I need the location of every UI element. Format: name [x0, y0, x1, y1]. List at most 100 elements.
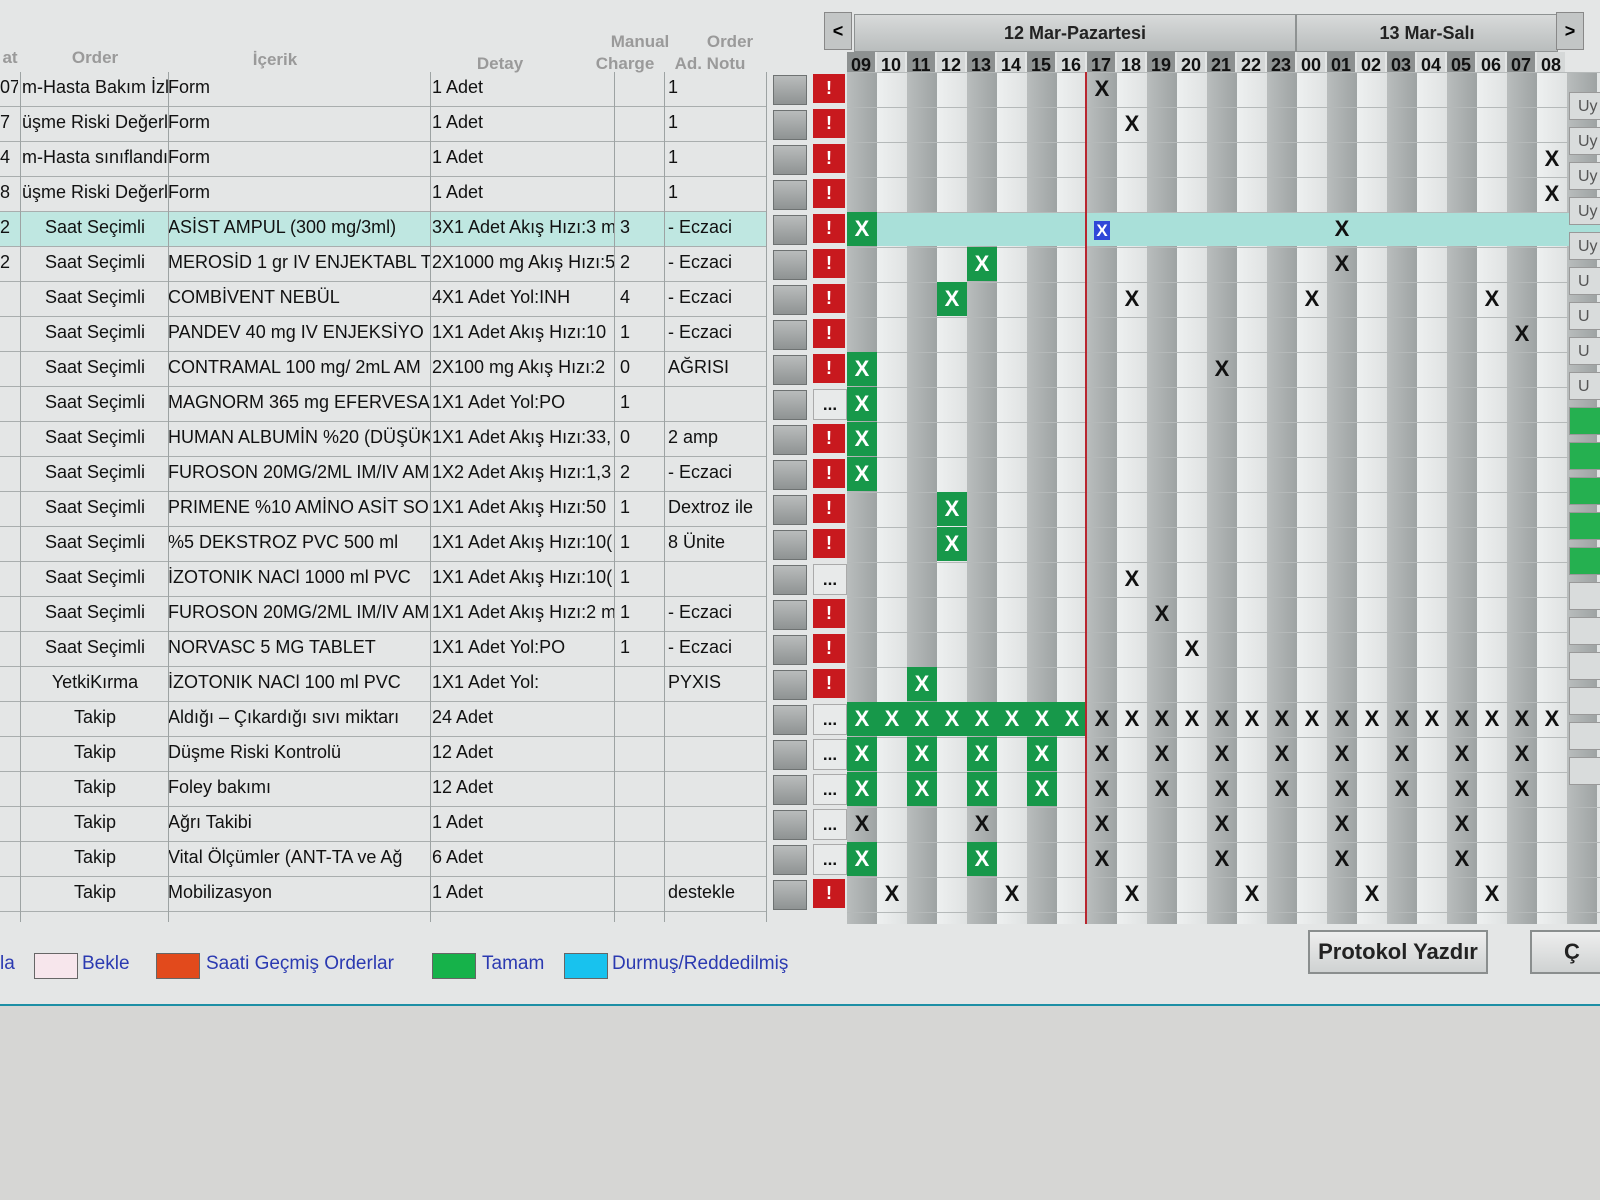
schedule-mark[interactable]: X: [1267, 737, 1297, 771]
schedule-grid[interactable]: XXXXXXXXXXXXXXXXXXXXXXXXXXXXXXXXXXXXXXXX…: [847, 72, 1600, 924]
schedule-mark[interactable]: X: [1327, 737, 1357, 771]
more-options-button[interactable]: ...: [813, 774, 847, 805]
row-action-button[interactable]: [1569, 407, 1600, 435]
schedule-mark[interactable]: X: [1507, 737, 1537, 771]
row-select-button[interactable]: [773, 355, 807, 385]
row-action-button[interactable]: Uy: [1569, 127, 1600, 155]
schedule-mark[interactable]: X: [847, 842, 877, 876]
table-row[interactable]: Takip Foley bakımı 12 Adet...: [0, 772, 847, 807]
row-select-button[interactable]: [773, 670, 807, 700]
alert-icon[interactable]: !: [813, 284, 845, 313]
next-day-button[interactable]: >: [1556, 12, 1584, 50]
alert-icon[interactable]: !: [813, 459, 845, 488]
schedule-mark[interactable]: X: [1297, 282, 1327, 316]
table-row[interactable]: YetkiKırma İZOTONIK NACl 100 ml PVC 1X1 Ad…: [0, 667, 845, 702]
schedule-mark[interactable]: X: [907, 772, 937, 806]
schedule-mark[interactable]: X: [1477, 702, 1507, 736]
more-options-button[interactable]: ...: [813, 389, 847, 420]
table-row[interactable]: Saat Seçimli MAGNORM 365 mg EFERVESA 1X1 A…: [0, 387, 847, 422]
row-action-button[interactable]: [1569, 477, 1600, 505]
schedule-mark[interactable]: X: [847, 772, 877, 806]
schedule-mark[interactable]: X: [1087, 842, 1117, 876]
schedule-mark[interactable]: X: [967, 247, 997, 281]
row-select-button[interactable]: [773, 285, 807, 315]
table-row[interactable]: Saat Seçimli HUMAN ALBUMİN %20 (DÜŞÜK 1X1 …: [0, 422, 845, 457]
schedule-mark[interactable]: X: [1177, 702, 1207, 736]
row-select-button[interactable]: [773, 635, 807, 665]
table-row[interactable]: Takip Aldığı – Çıkardığı sıvı miktarı 24 A…: [0, 702, 847, 737]
close-button[interactable]: Ç: [1530, 930, 1600, 974]
schedule-mark[interactable]: X: [1447, 842, 1477, 876]
schedule-mark[interactable]: X: [1117, 562, 1147, 596]
schedule-mark[interactable]: X: [1207, 737, 1237, 771]
row-select-button[interactable]: [773, 425, 807, 455]
schedule-mark[interactable]: X: [1027, 702, 1057, 736]
row-action-button[interactable]: [1569, 757, 1600, 785]
schedule-mark[interactable]: X: [1087, 737, 1117, 771]
row-select-button[interactable]: [773, 810, 807, 840]
schedule-mark[interactable]: X: [1327, 247, 1357, 281]
table-row[interactable]: Saat Seçimli COMBİVENT NEBÜL 4X1 Adet Yol:…: [0, 282, 845, 317]
schedule-mark[interactable]: X: [1207, 807, 1237, 841]
schedule-mark[interactable]: X: [937, 527, 967, 561]
schedule-mark[interactable]: X: [1087, 772, 1117, 806]
alert-icon[interactable]: !: [813, 214, 845, 243]
schedule-mark[interactable]: X: [967, 702, 997, 736]
schedule-mark[interactable]: X: [967, 807, 997, 841]
row-action-button[interactable]: [1569, 687, 1600, 715]
schedule-mark[interactable]: X: [1117, 282, 1147, 316]
schedule-mark[interactable]: X: [877, 877, 907, 911]
row-select-button[interactable]: [773, 705, 807, 735]
col-header-manual[interactable]: Manual: [600, 32, 680, 52]
table-row[interactable]: 2 Saat Seçimli ASİST AMPUL (300 mg/3ml) 3X1…: [0, 212, 845, 247]
schedule-mark[interactable]: X: [847, 422, 877, 456]
row-select-button[interactable]: [773, 495, 807, 525]
schedule-mark[interactable]: X: [1507, 772, 1537, 806]
table-row[interactable]: Saat Seçimli NORVASC 5 MG TABLET 1X1 Adet …: [0, 632, 845, 667]
row-action-button[interactable]: Uy: [1569, 232, 1600, 260]
more-options-button[interactable]: ...: [813, 564, 847, 595]
more-options-button[interactable]: ...: [813, 739, 847, 770]
prev-day-button[interactable]: <: [824, 12, 852, 50]
schedule-mark[interactable]: X: [1057, 702, 1087, 736]
row-action-button[interactable]: [1569, 617, 1600, 645]
schedule-mark[interactable]: X: [1087, 212, 1117, 246]
row-action-button[interactable]: U: [1569, 372, 1600, 400]
table-row[interactable]: Saat Seçimli PANDEV 40 mg IV ENJEKSİYO 1X1…: [0, 317, 845, 352]
schedule-mark[interactable]: X: [1477, 282, 1507, 316]
schedule-mark[interactable]: X: [937, 282, 967, 316]
schedule-mark[interactable]: X: [1387, 737, 1417, 771]
row-select-button[interactable]: [773, 250, 807, 280]
schedule-mark[interactable]: X: [1267, 702, 1297, 736]
more-options-button[interactable]: ...: [813, 844, 847, 875]
schedule-mark[interactable]: X: [1327, 702, 1357, 736]
table-row[interactable]: Saat Seçimli İZOTONIK NACl 1000 ml PVC 1X1…: [0, 562, 847, 597]
alert-icon[interactable]: !: [813, 74, 845, 103]
row-action-button[interactable]: Uy: [1569, 92, 1600, 120]
schedule-mark[interactable]: X: [907, 737, 937, 771]
col-header-order-note-top[interactable]: Order: [700, 32, 760, 52]
alert-icon[interactable]: !: [813, 879, 845, 908]
alert-icon[interactable]: !: [813, 109, 845, 138]
schedule-mark[interactable]: X: [1537, 142, 1567, 176]
row-select-button[interactable]: [773, 600, 807, 630]
schedule-mark[interactable]: X: [907, 702, 937, 736]
row-action-button[interactable]: [1569, 582, 1600, 610]
table-row[interactable]: 07 m-Hasta Bakım İzl Form 1 Adet 1!: [0, 72, 845, 107]
schedule-mark[interactable]: X: [847, 807, 877, 841]
row-select-button[interactable]: [773, 75, 807, 105]
schedule-mark[interactable]: X: [1237, 702, 1267, 736]
schedule-mark[interactable]: X: [1447, 702, 1477, 736]
table-row[interactable]: 4 m-Hasta sınıflandı Form 1 Adet 1!: [0, 142, 845, 177]
schedule-mark[interactable]: X: [1417, 702, 1447, 736]
schedule-mark[interactable]: X: [1537, 702, 1567, 736]
print-protocol-button[interactable]: Protokol Yazdır: [1308, 930, 1488, 974]
table-row[interactable]: Takip Ağrı Takibi 1 Adet...: [0, 807, 847, 842]
alert-icon[interactable]: !: [813, 599, 845, 628]
schedule-mark[interactable]: X: [1507, 702, 1537, 736]
row-select-button[interactable]: [773, 390, 807, 420]
schedule-mark[interactable]: X: [1477, 877, 1507, 911]
row-select-button[interactable]: [773, 460, 807, 490]
schedule-mark[interactable]: X: [937, 492, 967, 526]
schedule-mark[interactable]: X: [1027, 772, 1057, 806]
